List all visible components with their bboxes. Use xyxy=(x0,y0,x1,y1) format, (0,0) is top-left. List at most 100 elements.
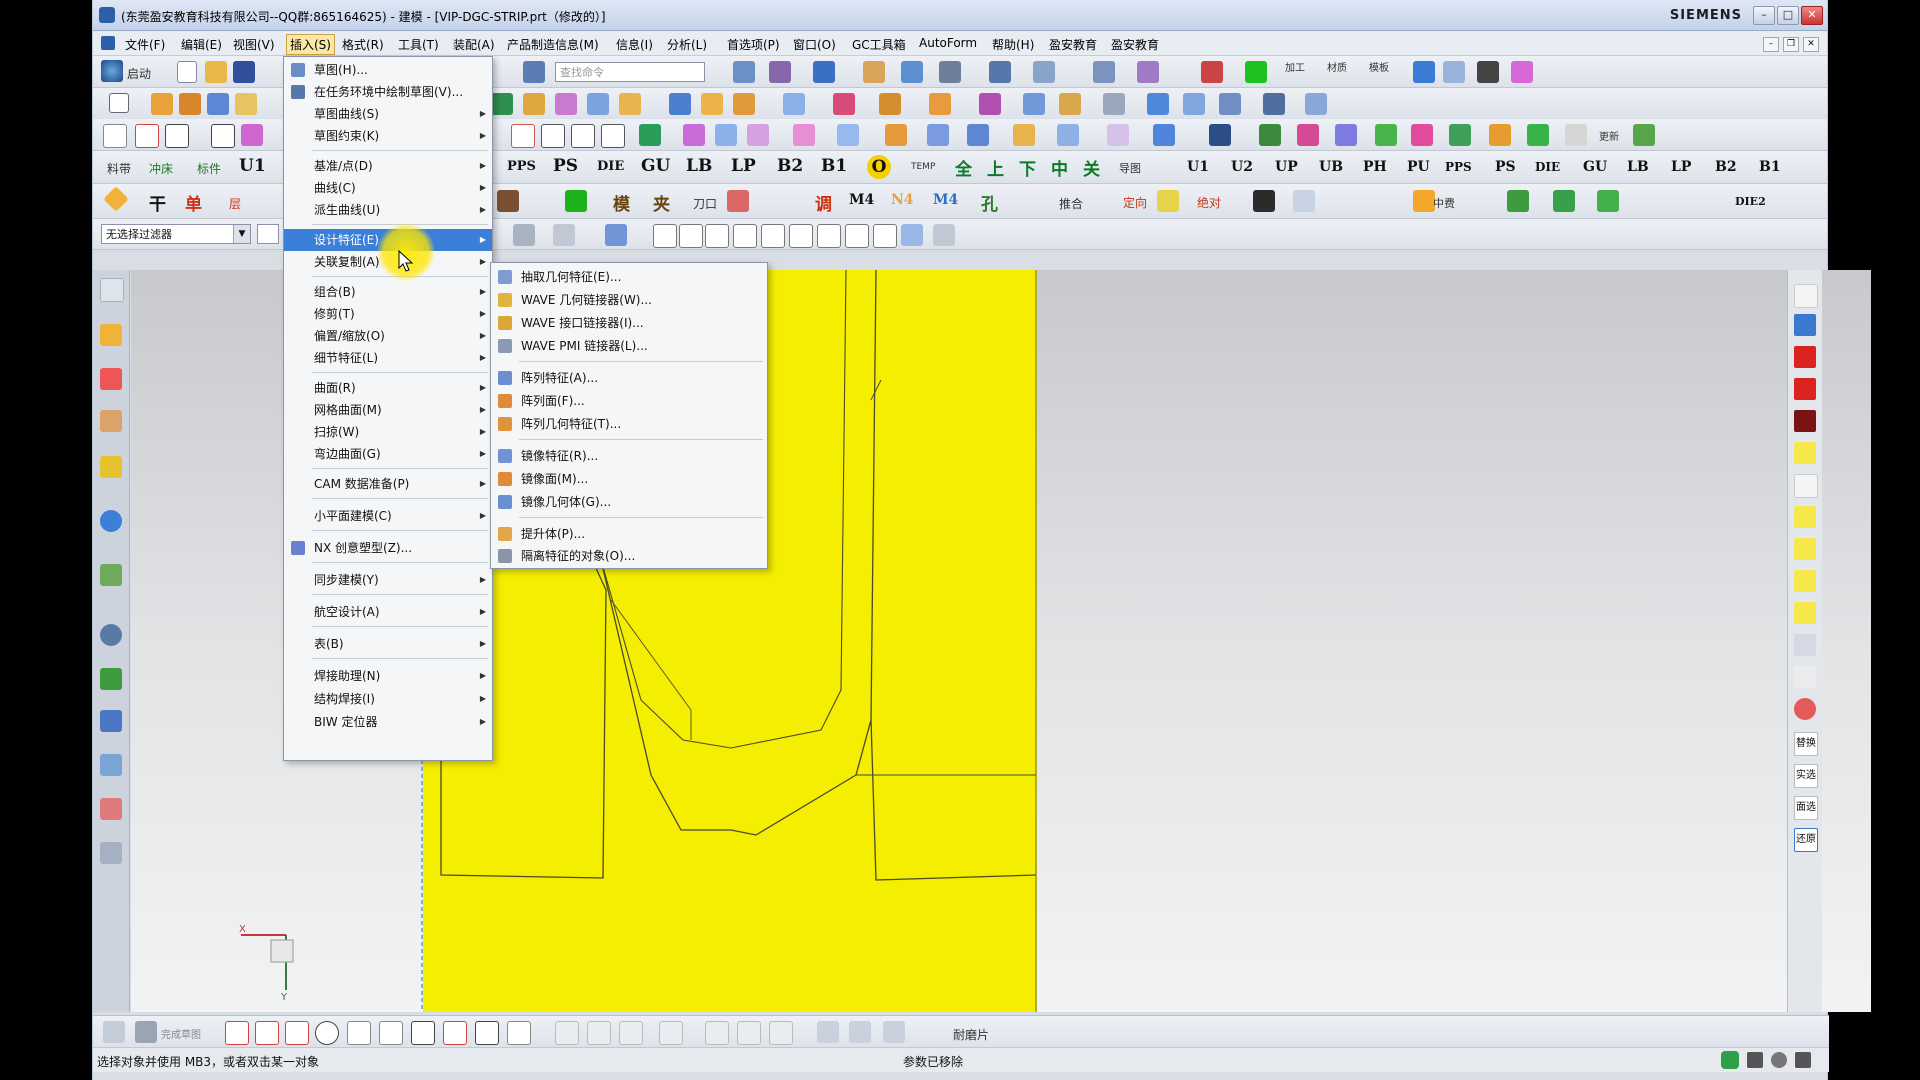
roles-icon[interactable] xyxy=(100,798,122,820)
pin-icon[interactable] xyxy=(1335,124,1357,146)
machining-label[interactable]: 加工 xyxy=(1285,59,1305,74)
make-corner-icon[interactable] xyxy=(619,1021,643,1045)
n4-button[interactable]: N4 xyxy=(891,192,914,208)
roles-gear-icon[interactable] xyxy=(100,278,124,302)
reuse-library-icon[interactable] xyxy=(100,456,122,478)
menu-assembly[interactable]: 装配(A) xyxy=(453,36,495,53)
rectangle-icon[interactable] xyxy=(411,1021,435,1045)
snap-intersection-icon[interactable] xyxy=(761,224,785,248)
rr-yellow-2-icon[interactable] xyxy=(1794,506,1816,528)
insert-item-offset-scale[interactable]: 偏置/缩放(O) ▶ xyxy=(284,325,492,347)
pattern-icon[interactable] xyxy=(1023,93,1045,115)
sub-item-wave-pmi-linker[interactable]: WAVE PMI 链接器(L)... xyxy=(491,335,767,357)
line-icon[interactable] xyxy=(135,124,159,148)
absolute-button[interactable]: 绝对 xyxy=(1197,194,1221,211)
replace-face-icon[interactable] xyxy=(833,93,855,115)
insert-item-sketch-constraint[interactable]: 草图约束(K) ▶ xyxy=(284,125,492,147)
mesh-icon[interactable] xyxy=(1183,93,1205,115)
insert-item-table[interactable]: 表(B) ▶ xyxy=(284,633,492,655)
rr-tool-3-icon[interactable] xyxy=(1794,634,1816,656)
insert-item-task-sketch[interactable]: 在任务环境中绘制草图(V)... xyxy=(284,81,492,103)
rect-select-icon[interactable] xyxy=(553,224,575,246)
spring-icon[interactable] xyxy=(1449,124,1471,146)
orient-button[interactable]: 定向 xyxy=(1123,194,1147,211)
rr-yellow-1-icon[interactable] xyxy=(1794,442,1816,464)
extrude-icon[interactable] xyxy=(151,93,173,115)
insert-item-combine[interactable]: 组合(B) ▶ xyxy=(284,281,492,303)
point-icon[interactable] xyxy=(103,124,127,148)
m4-button-1[interactable]: M4 xyxy=(849,192,874,208)
start-label[interactable]: 启动 xyxy=(127,65,151,82)
add-plus-icon[interactable] xyxy=(565,190,587,212)
fit-view-icon[interactable] xyxy=(733,61,755,83)
snap-on-face-icon[interactable] xyxy=(901,224,923,246)
insert-item-detail-feature[interactable]: 细节特征(L) ▶ xyxy=(284,347,492,369)
pps-move-button[interactable]: PPS xyxy=(1445,160,1472,174)
b2-button[interactable]: B2 xyxy=(777,156,803,176)
m4-button-2[interactable]: M4 xyxy=(933,192,958,208)
snap-center-icon[interactable] xyxy=(789,224,813,248)
standard-part-button[interactable]: 标件 xyxy=(197,160,221,177)
rr-tool-4-icon[interactable] xyxy=(1794,666,1816,688)
spline-icon[interactable] xyxy=(165,124,189,148)
text-curve-icon[interactable] xyxy=(715,124,737,146)
snap-end-icon[interactable] xyxy=(679,224,703,248)
sub-item-mirror-geometry[interactable]: 镜像几何体(G)... xyxy=(491,491,767,513)
maximize-button[interactable]: □ xyxy=(1777,6,1799,25)
edge-blend-icon[interactable] xyxy=(555,93,577,115)
stop-icon[interactable] xyxy=(1527,124,1549,146)
lb-move-button[interactable]: LB xyxy=(1627,159,1649,175)
snap-on-curve-icon[interactable] xyxy=(873,224,897,248)
menu-tools[interactable]: 工具(T) xyxy=(398,36,439,53)
studio-spline-icon[interactable] xyxy=(443,1021,467,1045)
menu-yingan-1[interactable]: 盈安教育 xyxy=(1049,36,1097,53)
layer-button[interactable]: 层 xyxy=(229,195,241,212)
up-move-button[interactable]: UP xyxy=(1275,159,1298,175)
hole-button[interactable]: 孔 xyxy=(981,190,998,215)
mdi-close-button[interactable]: ✕ xyxy=(1803,37,1819,52)
scope-combo[interactable] xyxy=(257,224,279,244)
history-icon[interactable] xyxy=(100,624,122,646)
layer-icon[interactable] xyxy=(863,61,885,83)
drawing-icon[interactable] xyxy=(1565,124,1587,146)
offset-sketch-icon[interactable] xyxy=(659,1021,683,1045)
guide-map-button[interactable]: 导图 xyxy=(1119,160,1141,176)
wrap-icon[interactable] xyxy=(1153,124,1175,146)
menu-autoform[interactable]: AutoForm xyxy=(919,36,977,50)
menu-gc-toolbox[interactable]: GC工具箱 xyxy=(852,36,906,53)
ub-move-button[interactable]: UB xyxy=(1319,159,1343,175)
guide-icon[interactable] xyxy=(1297,124,1319,146)
section-icon[interactable] xyxy=(1137,61,1159,83)
rr-tool-1-icon[interactable] xyxy=(1794,284,1818,308)
eraser-icon[interactable] xyxy=(727,190,749,212)
tool-icon[interactable] xyxy=(1103,93,1125,115)
gas-spring-move-icon[interactable] xyxy=(1507,190,1529,212)
process-studio-icon[interactable] xyxy=(100,710,122,732)
o-button[interactable]: O xyxy=(867,155,891,179)
system-scenes-icon[interactable] xyxy=(100,842,122,864)
sphere-icon[interactable] xyxy=(1443,61,1465,83)
intersect-curve-icon[interactable] xyxy=(639,124,661,146)
analysis-icon[interactable] xyxy=(1093,61,1115,83)
surface-icon[interactable] xyxy=(1147,93,1169,115)
ps-button[interactable]: PS xyxy=(553,156,578,176)
insert-item-mesh-surface[interactable]: 网格曲面(M) ▶ xyxy=(284,399,492,421)
helix-icon[interactable] xyxy=(747,124,769,146)
globe-icon[interactable] xyxy=(1413,61,1435,83)
trim-body-icon[interactable] xyxy=(733,93,755,115)
u1-move-button[interactable]: U1 xyxy=(1187,159,1209,175)
equation-curve-icon[interactable] xyxy=(793,124,815,146)
thicken-icon[interactable] xyxy=(1263,93,1285,115)
keyboard-icon[interactable] xyxy=(1795,1052,1811,1068)
sync-icon[interactable] xyxy=(979,93,1001,115)
cutting-edge-button[interactable]: 刀口 xyxy=(693,195,717,212)
mid-fee-label[interactable]: 中费 xyxy=(1433,195,1455,211)
composite-curve-icon[interactable] xyxy=(1057,124,1079,146)
rr-arrow-left-icon[interactable] xyxy=(1794,346,1816,368)
arc-icon[interactable] xyxy=(285,1021,309,1045)
insert-item-nx-realize-shape[interactable]: NX 创意塑型(Z)... xyxy=(284,537,492,559)
sketch-line-icon[interactable] xyxy=(255,1021,279,1045)
rr-dark-red-icon[interactable] xyxy=(1794,410,1816,432)
insert-item-aero-design[interactable]: 航空设计(A) ▶ xyxy=(284,601,492,623)
sketch-chamfer-icon[interactable] xyxy=(379,1021,403,1045)
